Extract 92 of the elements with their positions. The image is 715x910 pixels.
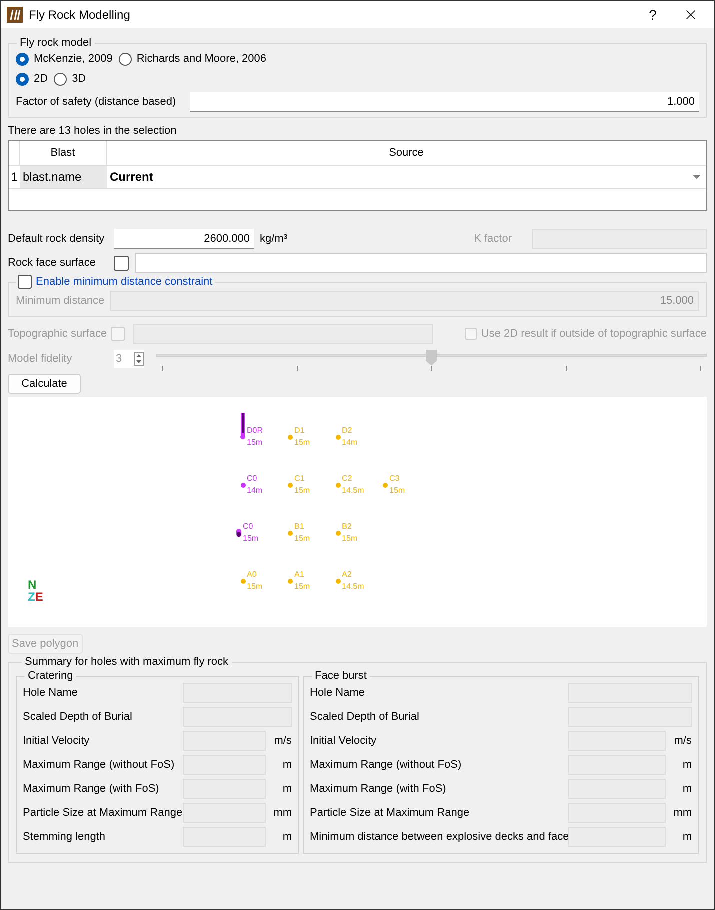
hole-label: C0 [247,473,258,485]
radio-button[interactable] [54,72,68,86]
hole-label: A0 [247,569,258,581]
hole-depth-label: 15m [342,533,358,545]
table-cell: blast.name [20,166,107,188]
unit-label: m [682,830,692,844]
app-logo-icon [7,6,23,22]
checkbox[interactable] [114,256,129,270]
panel-title: Cratering [27,669,74,683]
hole-depth-label: 14.5m [342,581,364,593]
radio-button[interactable] [16,52,29,66]
hole-depth-label: 15m [243,533,259,545]
unit-label: m [282,830,292,844]
window-title: Fly Rock Modelling [29,8,130,22]
hole-label: C0 [243,521,254,533]
hole-label: C1 [294,473,306,485]
panel-title: Face burst [314,669,368,683]
hole-depth-label: 15m [294,485,310,497]
unit-label: m [282,758,292,772]
hole-depth-label: 15m [294,437,310,449]
help-button[interactable]: ? [638,8,668,22]
field-label: Topographic surface [8,327,108,341]
hole-depth-label: 15m [247,437,264,449]
radio-label: Richards and Moore, 2006 [136,52,267,66]
hole-label: A2 [342,569,353,581]
compass-north-label: N [28,579,38,591]
radio-button[interactable] [118,52,132,66]
field-label: Scaled Depth of Burial [23,710,134,724]
column-header[interactable]: Blast [20,141,107,165]
unit-label: m [682,758,692,772]
unit-label: m [682,782,692,796]
radio-label: McKenzie, 2009 [34,52,113,66]
source-dropdown[interactable]: Current [107,166,706,188]
calculate-button[interactable]: Calculate [8,374,81,394]
field-label: Stemming length [23,830,107,844]
hole-depth-label: 15m [390,485,406,497]
unit-label: m/s [273,734,292,748]
hole-depth-label: 15m [294,581,310,593]
field-label: Factor of safety (distance based) [16,95,178,109]
group-title: Enable minimum distance constraint [36,275,213,289]
checkbox[interactable] [18,275,32,289]
hole-depth-label: 14m [342,437,358,449]
unit-label: mm [672,806,692,820]
field-label: Maximum Range (with FoS) [310,782,448,796]
hole-label: A1 [294,569,306,581]
hole-depth-label: 15m [247,581,263,593]
field-label: Maximum Range (without FoS) [310,758,463,772]
unit-label: m/s [673,734,692,748]
radio-label: 3D [72,72,86,86]
hole-label: C3 [390,473,401,485]
field-label: K factor [474,232,512,246]
hole-depth-label: 14m [247,485,263,497]
hole-label: C2 [342,473,354,485]
field-label: Scaled Depth of Burial [310,710,420,724]
field-label: Initial Velocity [310,734,378,748]
field-label: Particle Size at Maximum Range [23,806,183,820]
field-label: Initial Velocity [23,734,91,748]
column-header[interactable]: Source [107,141,706,165]
compass-east-label: E [35,591,44,603]
unit-label: mm [272,806,292,820]
field-label: Hole Name [310,686,366,700]
hole-depth-label: 15m [294,533,310,545]
hole-label: D1 [294,425,306,437]
field-label: Particle Size at Maximum Range [310,806,471,820]
field-label: Minimum distance [16,294,104,308]
row-number: 1 [10,169,19,186]
selection-note: There are 13 holes in the selection [8,124,178,138]
compass-up-label: Z [28,591,36,603]
spin-arrows-icon [134,352,144,366]
unit-label: m [282,782,292,796]
field-label: Default rock density [8,232,106,246]
field-label: Maximum Range (without FoS) [23,758,176,772]
hole-label: B1 [294,521,306,533]
unit-label: kg/m³ [260,232,288,246]
field-label: Model fidelity [8,352,74,366]
fidelity-slider[interactable] [156,350,707,372]
field-label: Rock face surface [8,256,98,270]
group-title: Fly rock model [19,36,93,50]
hole-label: D0R [247,425,264,437]
field-label: Maximum Range (with FoS) [23,782,160,796]
field-label: Minimum distance between explosive decks and face [310,830,568,844]
radio-button[interactable] [16,72,29,86]
hole-depth-label: 14.5m [342,485,364,497]
text-field[interactable]: 1.000 [190,92,699,112]
checkbox-label: Use 2D result if outside of topographic surface [481,327,707,341]
group-title: Summary for holes with maximum fly rock [24,655,230,669]
radio-label: 2D [34,72,48,86]
text-field[interactable]: 2600.000 [114,229,254,249]
hole-label: D2 [342,425,354,437]
text-field[interactable] [135,253,707,273]
hole-label: B2 [342,521,353,533]
field-label: Hole Name [23,686,80,700]
